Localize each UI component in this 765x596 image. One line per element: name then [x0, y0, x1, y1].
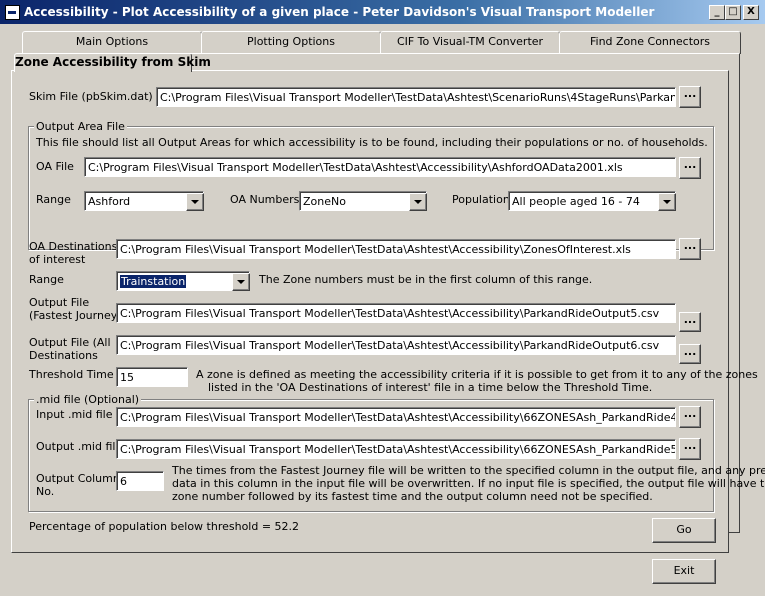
oa-file-browse-button[interactable]: ... — [679, 157, 701, 179]
skim-browse-button[interactable]: ... — [679, 86, 701, 108]
destinations-range-label: Range — [29, 273, 64, 286]
population-dropdown-icon[interactable] — [658, 193, 676, 211]
destinations-range-note: The Zone numbers must be in the first co… — [259, 273, 593, 286]
output-column-label-line1: Output Column — [36, 472, 120, 485]
destinations-browse-button[interactable]: ... — [679, 238, 701, 260]
skim-file-label: Skim File (pbSkim.dat) — [29, 90, 153, 103]
population-select-value: All people aged 16 - 74 — [512, 195, 640, 208]
input-mid-label: Input .mid file — [36, 408, 113, 421]
exit-button[interactable]: Exit — [652, 559, 716, 584]
title-bar[interactable]: Accessibility - Plot Accessibility of a … — [0, 0, 765, 24]
output-column-label-line2: No. — [36, 485, 55, 498]
minimize-button[interactable]: _ — [709, 5, 725, 20]
window-title: Accessibility - Plot Accessibility of a … — [24, 5, 655, 19]
oa-file-field[interactable]: C:\Program Files\Visual Transport Modell… — [84, 157, 676, 177]
destinations-label-line1: OA Destinations — [29, 240, 118, 253]
output-column-note-line2: data in this column in the input file wi… — [172, 477, 765, 490]
output-mid-field[interactable]: C:\Program Files\Visual Transport Modell… — [116, 439, 676, 459]
threshold-label: Threshold Time — [29, 368, 114, 381]
threshold-field[interactable]: 15 — [116, 367, 188, 387]
range-select-value: Ashford — [88, 195, 131, 208]
output-all-label-line1: Output File (All — [29, 336, 111, 349]
population-label: Population — [452, 193, 510, 206]
oa-numbers-dropdown-icon[interactable] — [409, 193, 427, 211]
output-fastest-label-line2: (Fastest Journey) — [29, 309, 122, 322]
output-mid-label: Output .mid file — [36, 440, 123, 453]
tab-zone-accessibility[interactable]: Zone Accessibility from Skim — [14, 53, 211, 72]
output-column-note-line1: The times from the Fastest Journey file … — [172, 464, 765, 477]
tab-plotting-options[interactable]: Plotting Options — [201, 31, 381, 54]
tab-cif-converter[interactable]: CIF To Visual-TM Converter — [380, 31, 560, 54]
result-text: Percentage of population below threshold… — [29, 520, 300, 533]
range-label: Range — [36, 193, 71, 206]
output-mid-browse-button[interactable]: ... — [679, 438, 701, 460]
range-dropdown-icon[interactable] — [186, 193, 204, 211]
threshold-note-line1: A zone is defined as meeting the accessi… — [196, 368, 758, 381]
go-button[interactable]: Go — [652, 518, 716, 543]
output-column-note-line3: zone number followed by its fastest time… — [172, 490, 653, 503]
output-all-label-line2: Destinations — [29, 349, 98, 362]
destinations-range-select-value: Trainstation — [120, 275, 187, 288]
output-column-field[interactable]: 6 — [116, 471, 164, 491]
input-mid-browse-button[interactable]: ... — [679, 406, 701, 428]
tab-main-options[interactable]: Main Options — [22, 31, 202, 54]
oa-numbers-select-value: ZoneNo — [303, 195, 346, 208]
destinations-field[interactable]: C:\Program Files\Visual Transport Modell… — [116, 239, 676, 259]
skim-file-field[interactable]: C:\Program Files\Visual Transport Modell… — [156, 87, 676, 107]
app-icon[interactable] — [5, 5, 20, 20]
output-area-group-label: Output Area File — [34, 120, 127, 133]
tab-find-zone-connectors[interactable]: Find Zone Connectors — [559, 31, 741, 54]
output-all-browse-button[interactable]: ... — [679, 344, 701, 364]
population-select[interactable]: All people aged 16 - 74 — [508, 191, 676, 211]
oa-file-label: OA File — [36, 160, 74, 173]
maximize-button[interactable]: □ — [725, 5, 741, 20]
output-area-description: This file should list all Output Areas f… — [36, 136, 708, 149]
output-fastest-label-line1: Output File — [29, 296, 90, 309]
output-all-field[interactable]: C:\Program Files\Visual Transport Modell… — [116, 335, 676, 355]
output-fastest-browse-button[interactable]: ... — [679, 312, 701, 332]
destinations-range-dropdown-icon[interactable] — [232, 273, 250, 291]
oa-numbers-select[interactable]: ZoneNo — [299, 191, 427, 211]
destinations-label-line2: of interest — [29, 253, 86, 266]
destinations-range-select[interactable]: Trainstation — [116, 271, 250, 291]
output-fastest-field[interactable]: C:\Program Files\Visual Transport Modell… — [116, 303, 676, 323]
input-mid-field[interactable]: C:\Program Files\Visual Transport Modell… — [116, 407, 676, 427]
oa-numbers-label: OA Numbers — [230, 193, 300, 206]
mid-file-group-label: .mid file (Optional) — [34, 393, 142, 406]
close-button[interactable]: X — [743, 5, 759, 20]
threshold-note-line2: listed in the 'OA Destinations of intere… — [208, 381, 653, 394]
